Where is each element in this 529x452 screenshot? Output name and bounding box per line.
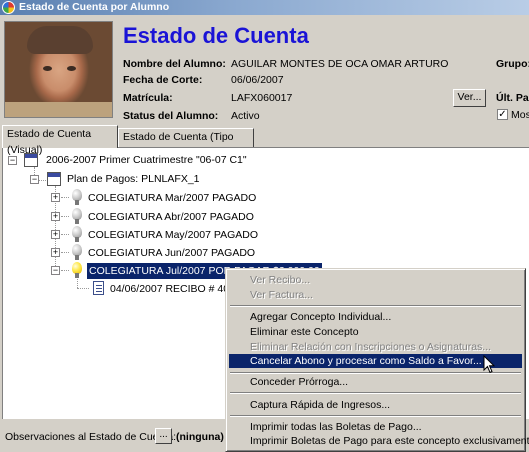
grupo-label: Grupo: xyxy=(496,58,529,70)
lightbulb-off-icon xyxy=(72,189,82,205)
tree-expand-toggle[interactable]: + xyxy=(51,193,60,202)
menu-item-view-receipt[interactable]: Ver Recibo... xyxy=(229,273,522,287)
menu-separator xyxy=(230,415,521,417)
tab-list[interactable]: Estado de Cuenta (Tipo Lista) xyxy=(118,128,254,159)
observations-button[interactable]: ... xyxy=(155,428,172,444)
student-status-value: Activo xyxy=(231,110,260,122)
menu-separator xyxy=(230,392,521,394)
app-icon xyxy=(2,1,15,14)
student-photo xyxy=(4,21,113,118)
tree-expand-toggle[interactable]: + xyxy=(51,230,60,239)
menu-item-remove-relation[interactable]: Eliminar Relación con Inscripciones o As… xyxy=(229,340,522,354)
show-checkbox[interactable]: ✓ xyxy=(497,109,508,120)
lightbulb-on-icon xyxy=(72,262,82,278)
tree-node-plan[interactable]: Plan de Pagos: PLNLAFX_1 xyxy=(67,171,200,187)
menu-separator xyxy=(230,305,521,307)
observations-label: Observaciones al Estado de Cuenta: xyxy=(5,431,177,443)
menu-item-print-all-slips[interactable]: Imprimir todas las Boletas de Pago... xyxy=(229,420,522,434)
ver-button[interactable]: Ver... xyxy=(453,89,486,107)
tree-node-receipt[interactable]: 04/06/2007 RECIBO # 4033 xyxy=(110,281,241,297)
student-status-label: Status del Alumno: xyxy=(123,110,219,122)
page-title: Estado de Cuenta xyxy=(123,23,309,48)
menu-item-add-concept[interactable]: Agregar Concepto Individual... xyxy=(229,310,522,324)
tree-collapse-toggle[interactable]: − xyxy=(51,266,60,275)
receipt-icon xyxy=(93,281,104,295)
menu-item-view-invoice[interactable]: Ver Factura... xyxy=(229,288,522,302)
menu-item-delete-concept[interactable]: Eliminar este Concepto xyxy=(229,325,522,339)
menu-item-print-concept-slips[interactable]: Imprimir Boletas de Pago para este conce… xyxy=(229,434,529,448)
mouse-cursor-icon xyxy=(483,355,495,374)
enrollment-value: LAFX060017 xyxy=(231,92,293,104)
last-payment-label: Últ. Pag xyxy=(496,92,529,104)
student-name-label: Nombre del Alumno: xyxy=(123,58,226,70)
tree-expand-toggle[interactable]: + xyxy=(51,248,60,257)
menu-item-cancel-payment[interactable]: Cancelar Abono y procesar como Saldo a F… xyxy=(229,354,522,368)
lightbulb-off-icon xyxy=(72,208,82,224)
enrollment-label: Matrícula: xyxy=(123,92,173,104)
window-title: Estado de Cuenta por Alumno xyxy=(19,1,170,13)
window-titlebar: Estado de Cuenta por Alumno xyxy=(0,0,529,15)
tree-node-period[interactable]: 2006-2007 Primer Cuatrimestre "06-07 C1" xyxy=(46,152,247,168)
calendar-icon xyxy=(47,172,61,186)
tree-node-concept[interactable]: COLEGIATURA Mar/2007 PAGADO xyxy=(88,190,256,206)
show-checkbox-label: Mos xyxy=(511,109,529,121)
cutoff-date-label: Fecha de Corte: xyxy=(123,74,203,86)
tree-collapse-toggle[interactable]: − xyxy=(30,175,39,184)
menu-separator xyxy=(230,372,521,374)
menu-item-extension[interactable]: Conceder Prórroga... xyxy=(229,375,522,389)
student-name-value: AGUILAR MONTES DE OCA OMAR ARTURO xyxy=(231,58,449,70)
tree-node-concept[interactable]: COLEGIATURA Jun/2007 PAGADO xyxy=(88,245,255,261)
tree-node-concept[interactable]: COLEGIATURA Abr/2007 PAGADO xyxy=(88,209,254,225)
tree-node-concept[interactable]: COLEGIATURA May/2007 PAGADO xyxy=(88,227,258,243)
menu-item-quick-income[interactable]: Captura Rápida de Ingresos... xyxy=(229,398,522,412)
tab-visual[interactable]: Estado de Cuenta (Visual) xyxy=(2,125,118,156)
cutoff-date-value: 06/06/2007 xyxy=(231,74,284,86)
tree-expand-toggle[interactable]: + xyxy=(51,212,60,221)
lightbulb-off-icon xyxy=(72,244,82,260)
context-menu: Ver Recibo... Ver Factura... Agregar Con… xyxy=(225,268,529,452)
lightbulb-off-icon xyxy=(72,226,82,242)
observations-value: (ninguna) xyxy=(176,431,224,443)
